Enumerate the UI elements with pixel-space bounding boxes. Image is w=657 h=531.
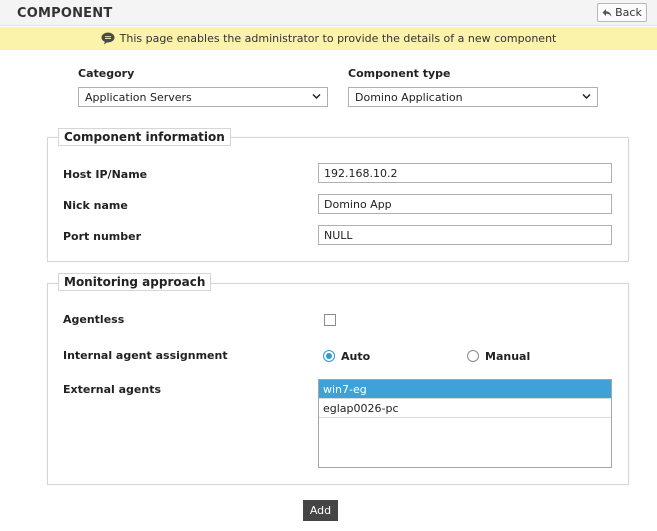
list-item[interactable]: eglap0026-pc — [319, 399, 611, 418]
info-bar-text: This page enables the administrator to p… — [119, 32, 557, 45]
chevron-down-icon — [312, 93, 321, 100]
back-button[interactable]: Back — [597, 3, 647, 22]
component-type-select-value: Domino Application — [355, 90, 463, 104]
component-information-legend: Component information — [58, 128, 231, 146]
back-button-label: Back — [615, 6, 642, 19]
monitoring-approach-legend: Monitoring approach — [58, 273, 212, 291]
component-type-select[interactable]: Domino Application — [348, 87, 598, 107]
agentless-label: Agentless — [63, 313, 125, 326]
page-title: COMPONENT — [17, 6, 113, 21]
chevron-down-icon — [582, 93, 591, 100]
auto-radio-label: Auto — [341, 350, 371, 363]
external-agents-label: External agents — [63, 383, 162, 396]
auto-radio[interactable] — [323, 350, 335, 362]
category-select[interactable]: Application Servers — [78, 87, 328, 107]
nick-name-input[interactable] — [318, 194, 612, 214]
list-item[interactable]: win7-eg — [319, 380, 611, 399]
host-label: Host IP/Name — [63, 168, 148, 181]
info-bar: This page enables the administrator to p… — [0, 27, 657, 50]
page-header: COMPONENT Back — [0, 0, 657, 26]
internal-agent-assignment-label: Internal agent assignment — [63, 349, 228, 362]
component-type-label: Component type — [348, 67, 451, 80]
external-agents-listbox[interactable]: win7-eg eglap0026-pc — [318, 379, 612, 468]
category-label: Category — [78, 67, 135, 80]
nick-name-label: Nick name — [63, 199, 128, 212]
add-button[interactable]: Add — [303, 500, 338, 521]
category-select-value: Application Servers — [85, 90, 192, 104]
back-arrow-icon — [602, 8, 612, 17]
port-number-label: Port number — [63, 230, 142, 243]
agentless-checkbox[interactable] — [324, 314, 336, 326]
host-input[interactable] — [318, 163, 612, 183]
manual-radio-label: Manual — [485, 350, 531, 363]
manual-radio[interactable] — [467, 350, 479, 362]
speech-bubble-icon — [101, 32, 115, 45]
port-number-input[interactable] — [318, 225, 612, 245]
